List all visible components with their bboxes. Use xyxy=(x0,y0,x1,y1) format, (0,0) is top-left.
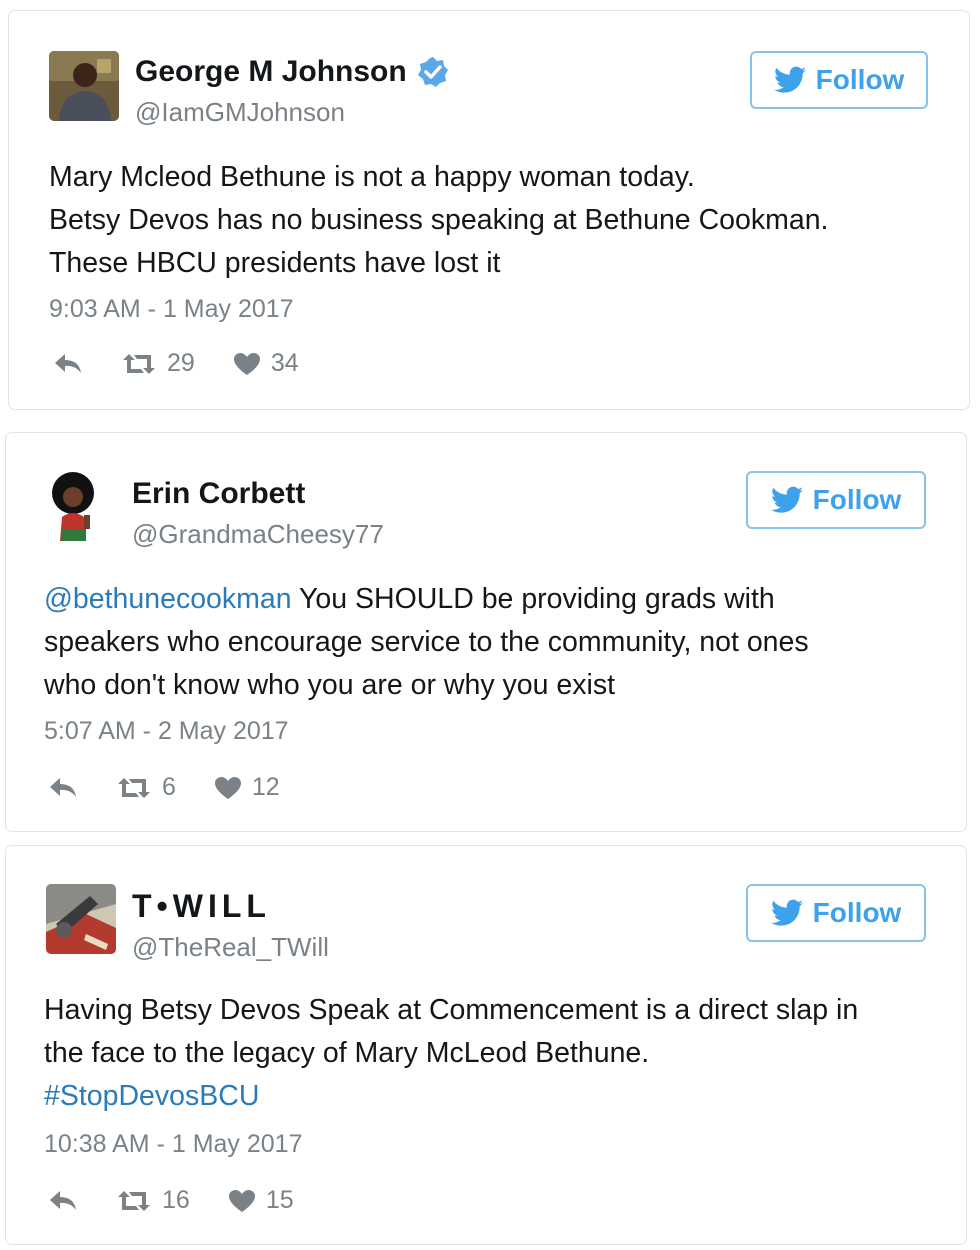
retweet-button[interactable]: 6 xyxy=(116,773,176,802)
tweet-text: Having Betsy Devos Speak at Commencement… xyxy=(44,989,858,1118)
display-name-text: T•WILL xyxy=(132,888,271,924)
display-name[interactable]: Erin Corbett xyxy=(132,477,305,511)
tweet-text: @bethunecookman You SHOULD be providing … xyxy=(44,578,809,707)
follow-button[interactable]: Follow xyxy=(746,884,926,942)
follow-button[interactable]: Follow xyxy=(750,51,928,109)
follow-label: Follow xyxy=(812,484,902,515)
reply-icon xyxy=(50,777,76,797)
tweet-card: Erin Corbett @GrandmaCheesy77 Follow @be… xyxy=(5,432,967,832)
twitter-bird-icon xyxy=(773,66,806,93)
tweet-text: Mary Mcleod Bethune is not a happy woman… xyxy=(49,156,828,285)
avatar[interactable] xyxy=(49,51,119,121)
display-name-text: George M Johnson xyxy=(135,55,407,88)
retweet-icon xyxy=(118,777,150,798)
like-button[interactable]: 34 xyxy=(233,349,299,378)
retweet-count: 16 xyxy=(162,1186,190,1214)
like-button[interactable]: 12 xyxy=(214,773,280,802)
tweet-card: T•WILL @TheReal_TWill Follow Having Bets… xyxy=(5,845,967,1245)
twitter-bird-icon xyxy=(770,899,803,926)
avatar[interactable] xyxy=(46,471,116,541)
reply-icon xyxy=(55,353,81,373)
tweet-card: George M Johnson @IamGMJohnson Follow Ma… xyxy=(8,10,970,410)
tweet-actions: 6 12 xyxy=(48,773,280,802)
reply-button[interactable] xyxy=(53,352,83,376)
retweet-count: 6 xyxy=(162,773,176,801)
follow-button[interactable]: Follow xyxy=(746,471,926,529)
display-name-text: Erin Corbett xyxy=(132,477,306,510)
mention-link[interactable]: @bethunecookman xyxy=(44,583,292,615)
avatar[interactable] xyxy=(46,884,116,954)
user-handle[interactable]: @GrandmaCheesy77 xyxy=(132,519,384,550)
tweet-actions: 16 15 xyxy=(48,1186,294,1215)
verified-badge-icon xyxy=(417,56,449,88)
display-name[interactable]: T•WILL xyxy=(132,888,271,925)
retweet-icon xyxy=(118,1190,150,1211)
like-button[interactable]: 15 xyxy=(228,1186,294,1215)
reply-button[interactable] xyxy=(48,776,78,800)
tweet-timestamp[interactable]: 5:07 AM - 2 May 2017 xyxy=(44,717,289,746)
retweet-icon xyxy=(123,353,155,374)
display-name[interactable]: George M Johnson xyxy=(135,55,449,89)
like-count: 15 xyxy=(265,1186,294,1214)
retweet-count: 29 xyxy=(167,349,195,377)
tweet-timestamp[interactable]: 10:38 AM - 1 May 2017 xyxy=(44,1130,302,1159)
tweet-body: Having Betsy Devos Speak at Commencement… xyxy=(44,994,859,1069)
retweet-button[interactable]: 16 xyxy=(116,1186,190,1215)
like-count: 34 xyxy=(270,349,299,377)
heart-icon xyxy=(233,352,260,375)
twitter-bird-icon xyxy=(770,486,803,513)
heart-icon xyxy=(228,1189,255,1212)
tweet-timestamp[interactable]: 9:03 AM - 1 May 2017 xyxy=(49,295,294,324)
tweet-body: Mary Mcleod Bethune is not a happy woman… xyxy=(49,161,829,279)
reply-button[interactable] xyxy=(48,1189,78,1213)
like-count: 12 xyxy=(251,773,280,801)
reply-icon xyxy=(50,1190,76,1210)
hashtag-link[interactable]: #StopDevosBCU xyxy=(44,1080,259,1112)
retweet-button[interactable]: 29 xyxy=(121,349,195,378)
tweet-actions: 29 34 xyxy=(53,349,299,378)
heart-icon xyxy=(214,776,241,799)
user-handle[interactable]: @TheReal_TWill xyxy=(132,932,329,963)
follow-label: Follow xyxy=(812,897,902,928)
follow-label: Follow xyxy=(815,64,905,95)
user-handle[interactable]: @IamGMJohnson xyxy=(135,97,345,128)
